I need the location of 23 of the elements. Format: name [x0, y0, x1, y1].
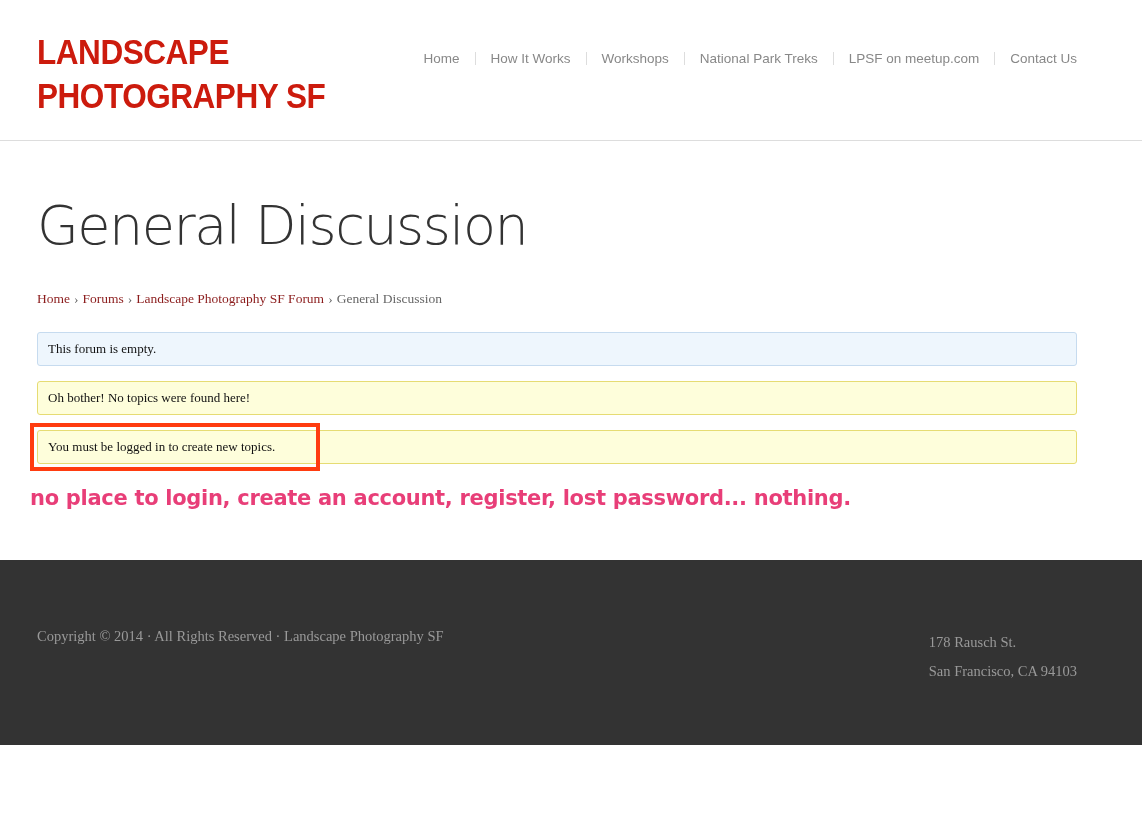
nav-link[interactable]: LPSF on meetup.com [848, 50, 980, 66]
site-logo-text[interactable]: LANDSCAPE [37, 30, 326, 74]
address-line: 178 Rausch St. [928, 633, 1018, 652]
breadcrumb-link[interactable]: Home [37, 291, 70, 317]
breadcrumb-link[interactable]: Landscape Photography SF Forum [136, 291, 325, 317]
copyright-text: Copyright © 2014 · All Rights Reserved · Landscape Photography SF [37, 627, 444, 646]
breadcrumb-current: General Discussion [336, 291, 442, 308]
site-logo-text[interactable]: PHOTOGRAPHY SF [37, 74, 326, 118]
notice-message: You must be logged in to create new topics. [37, 430, 1077, 464]
nav-link[interactable]: National Park Treks [699, 50, 818, 66]
nav-link[interactable]: Home [423, 50, 460, 66]
notice-message: This forum is empty. [37, 332, 1077, 366]
annotation-text: no place to login, create an account, register, lost password... nothing. [30, 486, 852, 510]
nav-link[interactable]: Contact Us [1010, 50, 1077, 66]
address-line: San Francisco, CA 94103 [928, 662, 1077, 681]
page-title: General Discussion [37, 193, 529, 259]
breadcrumb-separator: › [127, 291, 133, 308]
breadcrumb-link[interactable]: Forums [82, 291, 124, 317]
nav-link[interactable]: How It Works [490, 50, 571, 66]
breadcrumb-separator: › [328, 291, 333, 308]
breadcrumb-separator: › [74, 291, 79, 308]
nav-link[interactable]: Workshops [601, 50, 669, 66]
notice-message: Oh bother! No topics were found here! [37, 381, 1077, 415]
